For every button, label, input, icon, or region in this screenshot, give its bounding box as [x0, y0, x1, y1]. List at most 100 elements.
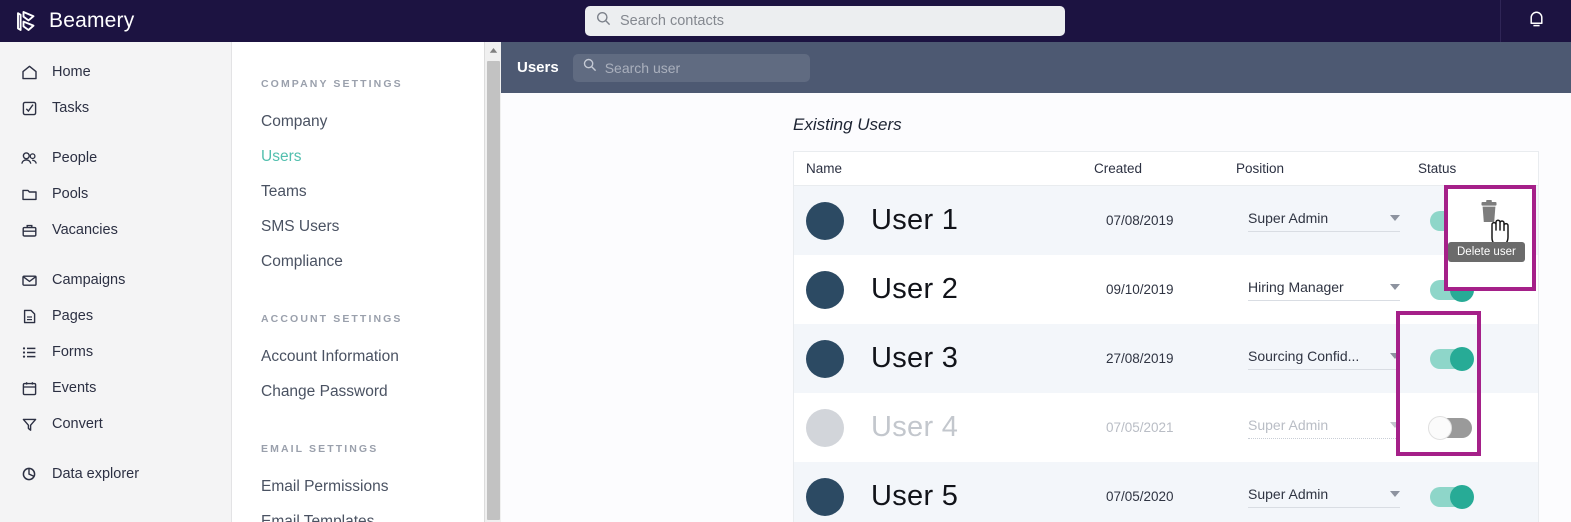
settings-item-email-templates[interactable]: Email Templates — [233, 504, 484, 522]
cell-created: 07/05/2020 — [1094, 489, 1236, 504]
settings-group-gap — [233, 409, 484, 443]
position-dropdown[interactable]: Super Admin — [1248, 417, 1400, 439]
created-date: 07/05/2020 — [1106, 489, 1174, 504]
nav-item-data-explorer[interactable]: Data explorer — [0, 456, 231, 492]
user-search-input[interactable]: Search user — [572, 53, 810, 82]
scroll-up-arrow-icon[interactable] — [485, 42, 501, 59]
sub-header: Users Search user — [501, 42, 1571, 93]
dropdown-underline — [1248, 230, 1400, 232]
cell-created: 07/05/2021 — [1094, 420, 1236, 435]
brand[interactable]: Beamery — [14, 8, 134, 34]
sub-header-title: Users — [517, 59, 559, 76]
cell-name: User 3 — [794, 339, 1094, 378]
beamery-cube-logo-icon — [14, 8, 40, 34]
bell-icon — [1527, 9, 1546, 34]
created-date: 07/05/2021 — [1106, 420, 1174, 435]
user-name: User 3 — [871, 342, 959, 374]
nav-item-people[interactable]: People — [0, 140, 231, 176]
toggle-knob — [1450, 346, 1474, 371]
table-row[interactable]: User 5 07/05/2020 Super Admin — [794, 462, 1538, 522]
position-dropdown[interactable]: Super Admin — [1248, 486, 1400, 508]
status-toggle[interactable] — [1430, 484, 1474, 509]
settings-group-gap — [233, 279, 484, 313]
position-value: Sourcing Confid... — [1248, 347, 1360, 364]
settings-item-change-password[interactable]: Change Password — [233, 374, 484, 409]
cell-position: Sourcing Confid... — [1236, 348, 1418, 370]
chevron-down-icon — [1390, 283, 1400, 290]
settings-group-title-account: ACCOUNT SETTINGS — [261, 313, 403, 325]
table-row[interactable]: User 4 07/05/2021 Super Admin — [794, 393, 1538, 462]
chevron-down-icon — [1390, 421, 1400, 428]
user-name: User 5 — [871, 480, 959, 512]
nav-item-home[interactable]: Home — [0, 54, 231, 90]
cell-created: 07/08/2019 — [1094, 213, 1236, 228]
settings-item-account-information[interactable]: Account Information — [233, 339, 484, 374]
created-date: 27/08/2019 — [1106, 351, 1174, 366]
chevron-down-icon — [1390, 490, 1400, 497]
global-search-box[interactable]: Search contacts — [585, 6, 1065, 36]
top-bar: Beamery Search contacts — [0, 0, 1571, 42]
cell-name: User 5 — [794, 477, 1094, 516]
cell-created: 27/08/2019 — [1094, 351, 1236, 366]
position-dropdown[interactable]: Sourcing Confid... — [1248, 348, 1400, 370]
nav-item-convert[interactable]: Convert — [0, 406, 231, 442]
settings-panel: COMPANY SETTINGS Company Users Teams SMS… — [233, 42, 484, 522]
nav-item-pages[interactable]: Pages — [0, 298, 231, 334]
table-row[interactable]: User 3 27/08/2019 Sourcing Confid... — [794, 324, 1538, 393]
delete-user-tooltip: Delete user — [1448, 242, 1525, 262]
home-icon — [20, 63, 38, 81]
nav-divider-gap — [0, 126, 231, 140]
nav-label: Campaigns — [52, 272, 126, 288]
notifications-button[interactable] — [1500, 0, 1571, 42]
dropdown-underline — [1248, 506, 1400, 508]
nav-label: Tasks — [52, 100, 90, 116]
settings-item-email-permissions[interactable]: Email Permissions — [233, 469, 484, 504]
status-toggle[interactable] — [1428, 415, 1472, 440]
dropdown-underline — [1248, 299, 1400, 301]
brand-name: Beamery — [49, 9, 135, 32]
left-navigation: Home Tasks People Pools Vacancies Campai… — [0, 42, 232, 522]
search-icon — [583, 58, 597, 77]
settings-group-title-company: COMPANY SETTINGS — [261, 78, 403, 90]
table-row[interactable]: User 2 09/10/2019 Hiring Manager — [794, 255, 1538, 324]
position-value: Super Admin — [1248, 209, 1329, 226]
nav-divider-gap — [0, 442, 231, 456]
cell-name: User 4 — [794, 408, 1094, 447]
created-date: 07/08/2019 — [1106, 213, 1174, 228]
nav-label: Pages — [52, 308, 94, 324]
settings-item-teams[interactable]: Teams — [233, 174, 484, 209]
nav-item-tasks[interactable]: Tasks — [0, 90, 231, 126]
app-root: Beamery Search contacts Home Tasks Peopl… — [0, 0, 1571, 522]
users-content: Existing Users Name Created Position Sta… — [501, 93, 1571, 522]
settings-item-compliance[interactable]: Compliance — [233, 244, 484, 279]
created-date: 09/10/2019 — [1106, 282, 1174, 297]
user-search-placeholder: Search user — [604, 59, 681, 76]
cell-name: User 1 — [794, 201, 1094, 240]
nav-item-events[interactable]: Events — [0, 370, 231, 406]
scrollbar-thumb[interactable] — [487, 61, 500, 520]
settings-item-sms-users[interactable]: SMS Users — [233, 209, 484, 244]
cell-position: Hiring Manager — [1236, 279, 1418, 301]
status-toggle[interactable] — [1430, 346, 1474, 371]
dropdown-underline — [1248, 437, 1400, 439]
settings-item-company[interactable]: Company — [233, 104, 484, 139]
table-header-row: Name Created Position Status — [794, 152, 1538, 186]
nav-item-vacancies[interactable]: Vacancies — [0, 212, 231, 248]
table-row[interactable]: User 1 07/08/2019 Super Admin — [794, 186, 1538, 255]
column-header-status: Status — [1418, 161, 1457, 176]
position-dropdown[interactable]: Hiring Manager — [1248, 279, 1400, 301]
search-icon — [596, 11, 611, 31]
settings-item-users[interactable]: Users — [233, 139, 484, 174]
position-dropdown[interactable]: Super Admin — [1248, 210, 1400, 232]
cell-name: User 2 — [794, 270, 1094, 309]
cell-status — [1418, 484, 1538, 509]
nav-item-pools[interactable]: Pools — [0, 176, 231, 212]
funnel-icon — [20, 415, 38, 433]
position-value: Super Admin — [1248, 416, 1329, 433]
settings-scrollbar[interactable] — [484, 42, 501, 522]
briefcase-icon — [20, 221, 38, 239]
avatar — [806, 339, 844, 378]
nav-item-campaigns[interactable]: Campaigns — [0, 262, 231, 298]
nav-item-forms[interactable]: Forms — [0, 334, 231, 370]
delete-user-area: Delete user — [1444, 185, 1536, 291]
